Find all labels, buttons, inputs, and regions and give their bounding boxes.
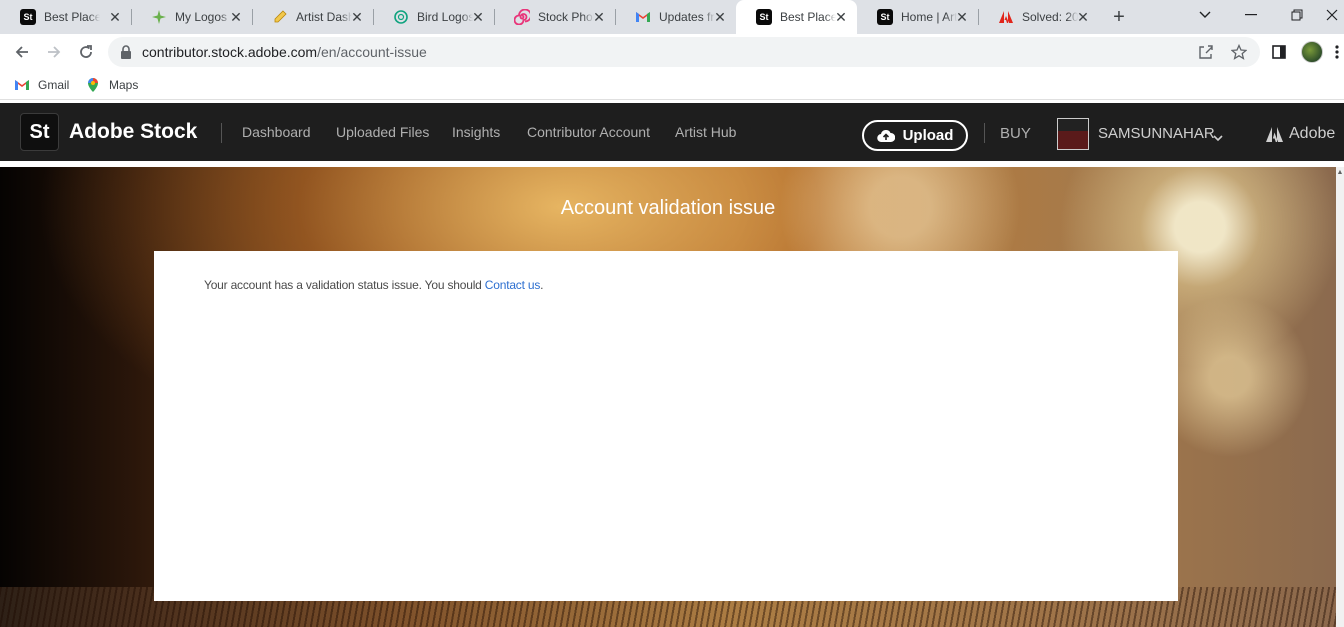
- cloud-upload-icon: [876, 129, 895, 143]
- bookmark-star-icon[interactable]: [1231, 44, 1247, 60]
- scroll-up-icon[interactable]: ▲: [1336, 169, 1344, 177]
- pencil-icon: [272, 9, 288, 25]
- bookmark-label: Maps: [109, 78, 139, 92]
- hero-background: Account validation issue Your account ha…: [0, 167, 1336, 627]
- close-icon[interactable]: ✕: [470, 9, 486, 25]
- tab-strip: St Best Place ✕ My Logos ✕ Artist Dash ✕…: [0, 0, 1344, 34]
- header-divider: [221, 123, 222, 143]
- close-icon[interactable]: ✕: [833, 9, 849, 25]
- user-avatar[interactable]: [1057, 118, 1089, 150]
- reload-button[interactable]: [72, 38, 100, 66]
- upload-button[interactable]: Upload: [862, 120, 968, 151]
- bookmark-maps[interactable]: Maps: [85, 76, 138, 94]
- tab-title: Solved: 20: [1022, 10, 1078, 24]
- adobe-icon: [998, 9, 1014, 25]
- close-icon[interactable]: ✕: [1075, 9, 1091, 25]
- adobe-stock-icon: St: [20, 9, 36, 25]
- browser-tab[interactable]: Stock Phot ✕: [494, 0, 616, 34]
- menu-button[interactable]: [1330, 38, 1344, 66]
- browser-tab[interactable]: My Logos ✕: [131, 0, 253, 34]
- spiral-icon: [514, 9, 530, 25]
- bookmark-gmail[interactable]: Gmail: [14, 76, 69, 94]
- adobe-logo-icon: [1266, 126, 1283, 142]
- buy-link[interactable]: BUY: [1000, 125, 1031, 142]
- nav-dashboard[interactable]: Dashboard: [242, 124, 311, 140]
- gmail-icon: [14, 77, 30, 93]
- nav-insights[interactable]: Insights: [452, 124, 500, 140]
- nav-contributor-account[interactable]: Contributor Account: [527, 124, 650, 140]
- adobe-link[interactable]: Adobe: [1266, 125, 1335, 143]
- tab-title: Home | Art: [901, 10, 957, 24]
- profile-button[interactable]: [1298, 38, 1326, 66]
- tab-search-button[interactable]: [1182, 0, 1228, 30]
- tab-title: Stock Phot: [538, 10, 594, 24]
- close-icon[interactable]: ✕: [228, 9, 244, 25]
- username[interactable]: SAMSUNNAHAR: [1098, 125, 1215, 142]
- message-end: .: [540, 278, 544, 292]
- brand-name: Adobe Stock: [69, 120, 198, 143]
- share-icon[interactable]: [1198, 44, 1214, 60]
- forward-button[interactable]: [40, 38, 68, 66]
- logo-mark: St: [20, 113, 59, 151]
- browser-tab[interactable]: Solved: 20 ✕: [978, 0, 1099, 34]
- bookmark-label: Gmail: [38, 78, 70, 92]
- tab-title: My Logos: [175, 10, 228, 24]
- address-bar[interactable]: contributor.stock.adobe.com/en/account-i…: [108, 37, 1260, 67]
- chevron-down-icon[interactable]: [1213, 129, 1223, 147]
- minimize-button[interactable]: [1228, 0, 1274, 30]
- gmail-icon: [635, 9, 651, 25]
- contact-us-link[interactable]: Contact us: [485, 278, 541, 292]
- browser-tab[interactable]: Artist Dash ✕: [252, 0, 374, 34]
- browser-tab[interactable]: Updates fr ✕: [615, 0, 736, 34]
- tab-title: Bird Logos: [417, 10, 473, 24]
- restore-button[interactable]: [1274, 0, 1320, 30]
- tab-title: Updates fr: [659, 10, 715, 24]
- back-button[interactable]: [8, 38, 36, 66]
- new-tab-button[interactable]: +: [1108, 6, 1130, 28]
- page-title: Account validation issue: [560, 197, 776, 219]
- url-host: contributor.stock.adobe.com: [142, 44, 318, 60]
- browser-tab[interactable]: Bird Logos ✕: [373, 0, 495, 34]
- close-icon[interactable]: ✕: [954, 9, 970, 25]
- close-icon[interactable]: ✕: [591, 9, 607, 25]
- adobe-stock-logo[interactable]: St Adobe Stock: [20, 113, 197, 151]
- browser-tab[interactable]: St Home | Art ✕: [857, 0, 979, 34]
- upload-label: Upload: [902, 127, 954, 144]
- page-scrollbar[interactable]: ▲: [1336, 167, 1344, 627]
- side-panel-button[interactable]: [1265, 38, 1293, 66]
- profile-avatar: [1301, 41, 1323, 63]
- tab-title: Best Place: [780, 10, 836, 24]
- tab-title: Artist Dash: [296, 10, 352, 24]
- adobe-stock-icon: St: [877, 9, 893, 25]
- openai-icon: [393, 9, 409, 25]
- close-icon[interactable]: ✕: [349, 9, 365, 25]
- adobe-label: Adobe: [1289, 125, 1336, 142]
- adobe-stock-icon: St: [756, 9, 772, 25]
- browser-toolbar: contributor.stock.adobe.com/en/account-i…: [0, 34, 1344, 70]
- header-divider: [984, 123, 985, 143]
- site-header: St Adobe Stock Dashboard Uploaded Files …: [0, 103, 1344, 161]
- lock-icon[interactable]: [118, 44, 134, 60]
- browser-tab-active[interactable]: St Best Place ✕: [736, 0, 857, 34]
- nav-uploaded-files[interactable]: Uploaded Files: [336, 124, 429, 140]
- bookmarks-bar: Gmail Maps: [0, 70, 1344, 100]
- maps-icon: [85, 77, 101, 93]
- message-text: Your account has a validation status iss…: [204, 278, 482, 292]
- close-window-button[interactable]: [1320, 0, 1344, 30]
- url-text: contributor.stock.adobe.com/en/account-i…: [142, 44, 427, 60]
- url-path: /en/account-issue: [317, 44, 427, 60]
- message-card: Your account has a validation status iss…: [154, 251, 1178, 601]
- tab-title: Best Place: [44, 10, 100, 24]
- close-icon[interactable]: ✕: [712, 9, 728, 25]
- nav-artist-hub[interactable]: Artist Hub: [675, 124, 736, 140]
- sparkle-icon: [151, 9, 167, 25]
- validation-message: Your account has a validation status iss…: [204, 278, 544, 292]
- browser-tab[interactable]: St Best Place ✕: [0, 0, 132, 34]
- close-icon[interactable]: ✕: [107, 9, 123, 25]
